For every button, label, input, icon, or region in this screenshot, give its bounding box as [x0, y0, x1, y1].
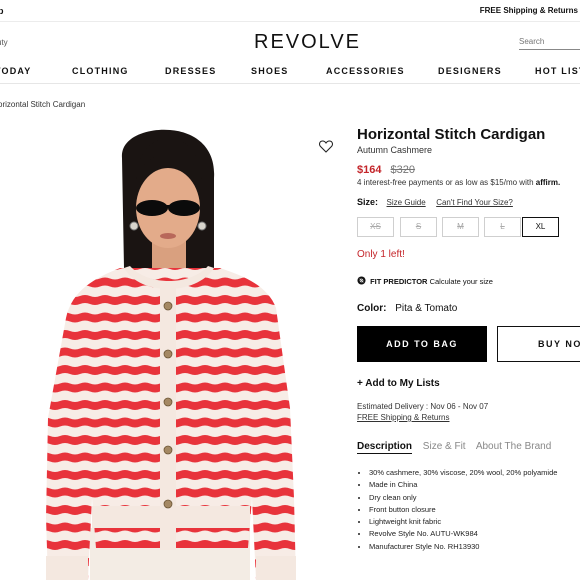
size-option-m[interactable]: M [442, 217, 479, 237]
product-tabs: Description Size & Fit About The Brand [357, 441, 559, 454]
color-label: Color: [357, 303, 387, 314]
size-option-l[interactable]: L [484, 217, 521, 237]
detail-item: 30% cashmere, 30% viscose, 20% wool, 20%… [369, 468, 557, 480]
detail-item: Made in China [369, 480, 557, 492]
ruler-icon [357, 276, 366, 285]
add-to-bag-button[interactable]: ADD TO BAG [357, 326, 487, 362]
installments-info: 4 interest-free payments or as low as $1… [357, 178, 560, 187]
size-option-s[interactable]: S [400, 217, 437, 237]
installments-text: 4 interest-free payments or as low as $1… [357, 178, 534, 187]
free-shipping-banner[interactable]: FREE Shipping & Returns [480, 6, 578, 15]
size-label: Size: [357, 197, 379, 207]
top-bar: p FREE Shipping & Returns [0, 0, 580, 22]
detail-item: Manufacturer Style No. RH13930 [369, 542, 557, 554]
product-brand[interactable]: Autumn Cashmere [357, 145, 432, 155]
estimated-delivery: Estimated Delivery : Nov 06 - Nov 07 [357, 402, 489, 411]
detail-item: Revolve Style No. AUTU-WK984 [369, 529, 557, 541]
product-price: $164 $320 [357, 164, 415, 176]
product-title: Horizontal Stitch Cardigan [357, 126, 546, 143]
cant-find-size-link[interactable]: Can't Find Your Size? [436, 198, 513, 207]
nav-item-accessories[interactable]: ACCESSORIES [326, 66, 405, 76]
nav-item-today[interactable]: TODAY [0, 66, 32, 76]
stock-message: Only 1 left! [357, 249, 405, 260]
nav-item-designers[interactable]: DESIGNERS [438, 66, 502, 76]
product-photo-illustration [46, 129, 296, 580]
size-option-xl[interactable]: XL [522, 217, 559, 237]
breadcrumb[interactable]: orizontal Stitch Cardigan [0, 100, 85, 109]
affirm-logo[interactable]: affirm. [536, 178, 560, 187]
main-nav: TODAY CLOTHING DRESSES SHOES ACCESSORIES… [0, 62, 580, 84]
color-value: Pita & Tomato [395, 303, 458, 314]
detail-item: Dry clean only [369, 493, 557, 505]
delivery-info: Estimated Delivery : Nov 06 - Nov 07 FRE… [357, 401, 488, 423]
top-bar-left-text: p [0, 6, 4, 16]
tab-description[interactable]: Description [357, 441, 413, 454]
revolve-logo[interactable]: REVOLVE [0, 31, 580, 54]
sale-price: $164 [357, 164, 382, 176]
tab-size-fit[interactable]: Size & Fit [423, 441, 466, 452]
color-row: Color: Pita & Tomato [357, 303, 457, 314]
product-image[interactable] [0, 118, 330, 580]
site-header: uty REVOLVE [0, 22, 580, 62]
search-input[interactable] [519, 37, 579, 46]
shipping-returns-link[interactable]: FREE Shipping & Returns [357, 412, 488, 423]
size-row: Size: Size Guide Can't Find Your Size? [357, 197, 521, 207]
nav-item-dresses[interactable]: DRESSES [165, 66, 216, 76]
nav-item-shoes[interactable]: SHOES [251, 66, 289, 76]
search-box[interactable] [519, 37, 580, 50]
detail-item: Front button closure [369, 505, 557, 517]
detail-item: Lightweight knit fabric [369, 517, 557, 529]
original-price: $320 [390, 164, 416, 176]
size-guide-link[interactable]: Size Guide [387, 198, 426, 207]
size-option-xs[interactable]: XS [357, 217, 394, 237]
add-to-lists-button[interactable]: + Add to My Lists [357, 378, 440, 389]
fit-predictor[interactable]: FIT PREDICTOR Calculate your size [357, 276, 493, 286]
heart-icon[interactable] [318, 138, 334, 154]
nav-item-clothing[interactable]: CLOTHING [72, 66, 129, 76]
buy-now-button[interactable]: BUY NOW [497, 326, 580, 362]
fit-predictor-title: FIT PREDICTOR [370, 277, 428, 286]
product-details-list: 30% cashmere, 30% viscose, 20% wool, 20%… [369, 468, 557, 554]
fit-predictor-text: Calculate your size [429, 277, 493, 286]
tab-about-brand[interactable]: About The Brand [476, 441, 551, 452]
nav-item-hot-list[interactable]: HOT LIST [535, 66, 580, 76]
